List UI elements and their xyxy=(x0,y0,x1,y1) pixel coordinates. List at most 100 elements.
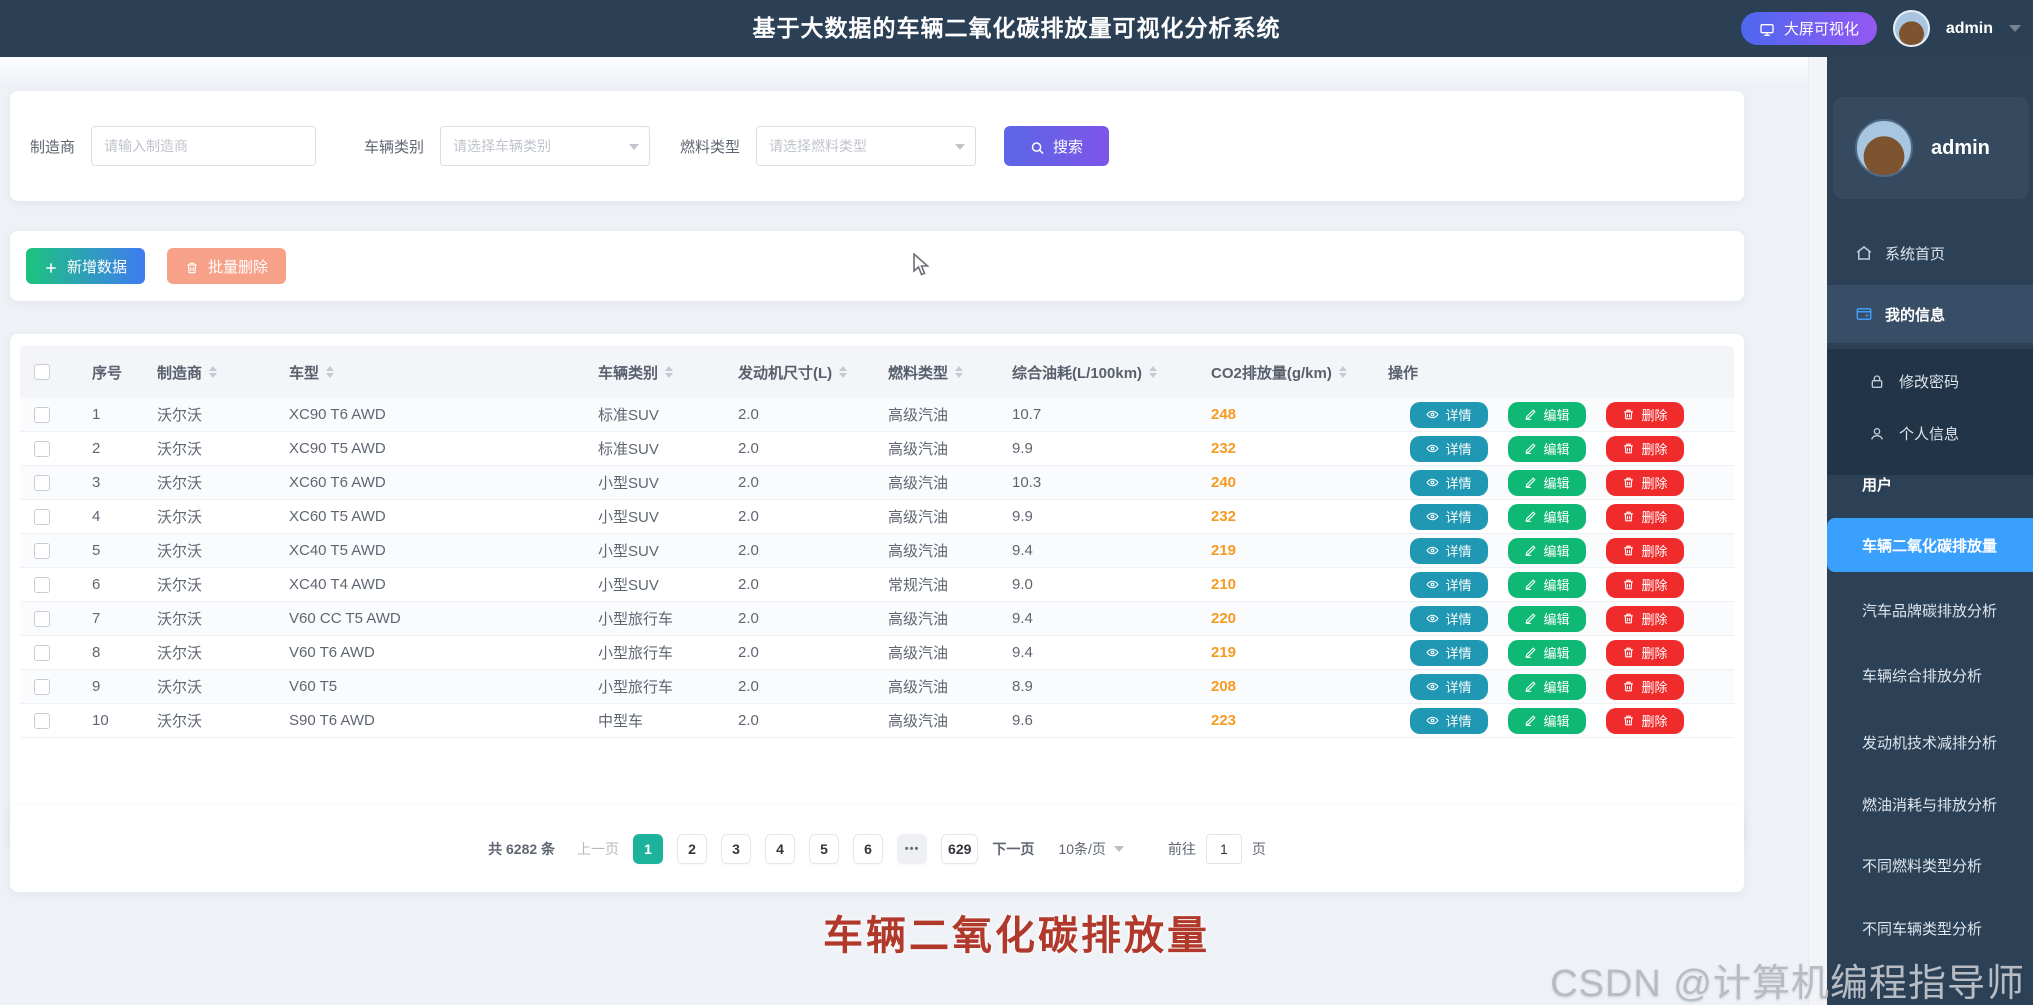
page-button[interactable]: 4 xyxy=(765,834,795,864)
table-header-cell[interactable]: 综合油耗(L/100km) xyxy=(1000,346,1199,398)
edit-button[interactable]: 编辑 xyxy=(1508,640,1586,666)
main-content: 制造商 车辆类别 请选择车辆类别 燃料类型 请选择燃料类型 搜索 xyxy=(0,57,1808,1005)
detail-button[interactable]: 详情 xyxy=(1410,402,1488,428)
prev-page-button[interactable]: 上一页 xyxy=(577,839,619,859)
detail-button[interactable]: 详情 xyxy=(1410,470,1488,496)
delete-button[interactable]: 删除 xyxy=(1606,436,1684,462)
cell-engine-size: 2.0 xyxy=(726,534,876,567)
delete-button[interactable]: 删除 xyxy=(1606,640,1684,666)
sort-icons[interactable] xyxy=(665,366,673,378)
edit-button[interactable]: 编辑 xyxy=(1508,504,1586,530)
delete-button[interactable]: 删除 xyxy=(1606,504,1684,530)
page-size-select[interactable]: 10条/页 xyxy=(1058,839,1123,859)
edit-button[interactable]: 编辑 xyxy=(1508,674,1586,700)
cell-category: 小型SUV xyxy=(586,500,726,533)
sort-icons[interactable] xyxy=(1149,366,1157,378)
row-checkbox[interactable] xyxy=(34,543,50,559)
sidebar-item-engine-tech-analysis[interactable]: 发动机技术减排分析 xyxy=(1827,720,2033,764)
detail-button[interactable]: 详情 xyxy=(1410,572,1488,598)
cell-model: S90 T6 AWD xyxy=(277,704,586,737)
table-header-cell[interactable]: 序号 xyxy=(80,346,145,398)
sidebar-item-change-password[interactable]: 修改密码 xyxy=(1827,355,2033,407)
big-screen-button[interactable]: 大屏可视化 xyxy=(1741,12,1877,45)
table-header-cell[interactable]: 制造商 xyxy=(145,346,277,398)
detail-button[interactable]: 详情 xyxy=(1410,436,1488,462)
row-checkbox[interactable] xyxy=(34,475,50,491)
row-checkbox[interactable] xyxy=(34,713,50,729)
avatar[interactable] xyxy=(1893,10,1930,47)
select-all-checkbox[interactable] xyxy=(34,364,50,380)
next-page-button[interactable]: 下一页 xyxy=(992,839,1034,859)
edit-button[interactable]: 编辑 xyxy=(1508,436,1586,462)
row-checkbox[interactable] xyxy=(34,577,50,593)
table-header-cell[interactable]: 发动机尺寸(L) xyxy=(726,346,876,398)
row-checkbox[interactable] xyxy=(34,441,50,457)
sidebar-item-vehicle-co2-emissions[interactable]: 车辆二氧化碳排放量 xyxy=(1827,518,2033,572)
sidebar-item-fuel-consumption-analysis[interactable]: 燃油消耗与排放分析 xyxy=(1827,782,2033,826)
detail-button[interactable]: 详情 xyxy=(1410,708,1488,734)
page-button[interactable]: 3 xyxy=(721,834,751,864)
username-label[interactable]: admin xyxy=(1946,20,1993,38)
table-header-cell[interactable]: 燃料类型 xyxy=(876,346,1000,398)
sidebar-item-personal-info[interactable]: 个人信息 xyxy=(1827,407,2033,459)
edit-button[interactable]: 编辑 xyxy=(1508,470,1586,496)
edit-button[interactable]: 编辑 xyxy=(1508,572,1586,598)
row-checkbox[interactable] xyxy=(34,611,50,627)
delete-button[interactable]: 删除 xyxy=(1606,402,1684,428)
table-header-cell[interactable]: 车型 xyxy=(277,346,586,398)
fuel-select[interactable]: 请选择燃料类型 xyxy=(756,126,976,166)
trash-icon xyxy=(1622,578,1635,591)
table-header-cell[interactable]: CO2排放量(g/km) xyxy=(1199,346,1376,398)
detail-button[interactable]: 详情 xyxy=(1410,504,1488,530)
pencil-icon xyxy=(1524,544,1537,557)
row-checkbox[interactable] xyxy=(34,407,50,423)
sort-icons[interactable] xyxy=(955,366,963,378)
scrollbar[interactable] xyxy=(1808,57,1827,1005)
sort-icons[interactable] xyxy=(839,366,847,378)
cell-manufacturer: 沃尔沃 xyxy=(145,500,277,533)
row-checkbox[interactable] xyxy=(34,509,50,525)
cell-no: 10 xyxy=(80,704,145,737)
detail-button[interactable]: 详情 xyxy=(1410,640,1488,666)
delete-button[interactable]: 删除 xyxy=(1606,538,1684,564)
page-button[interactable]: 2 xyxy=(677,834,707,864)
delete-button[interactable]: 删除 xyxy=(1606,674,1684,700)
add-data-button[interactable]: 新增数据 xyxy=(26,248,145,284)
sort-icons[interactable] xyxy=(1339,366,1347,378)
sidebar-item-fuel-type-analysis[interactable]: 不同燃料类型分析 xyxy=(1827,843,2033,887)
cell-no: 9 xyxy=(80,670,145,703)
more-pages-button[interactable]: ••• xyxy=(897,834,927,864)
category-select[interactable]: 请选择车辆类别 xyxy=(440,126,650,166)
delete-button[interactable]: 删除 xyxy=(1606,606,1684,632)
sort-icons[interactable] xyxy=(209,366,217,378)
sort-icons[interactable] xyxy=(326,366,334,378)
sidebar-item-home[interactable]: 系统首页 xyxy=(1827,225,2033,281)
edit-button[interactable]: 编辑 xyxy=(1508,708,1586,734)
page-button[interactable]: 6 xyxy=(853,834,883,864)
delete-button[interactable]: 删除 xyxy=(1606,708,1684,734)
batch-delete-button[interactable]: 批量删除 xyxy=(167,248,286,284)
sidebar-item-brand-carbon-analysis[interactable]: 汽车品牌碳排放分析 xyxy=(1827,588,2033,632)
row-checkbox[interactable] xyxy=(34,645,50,661)
sidebar-item-comprehensive-emission-analysis[interactable]: 车辆综合排放分析 xyxy=(1827,653,2033,697)
table-header-cell[interactable]: 车辆类别 xyxy=(586,346,726,398)
goto-page-input[interactable] xyxy=(1206,834,1242,864)
detail-button[interactable]: 详情 xyxy=(1410,606,1488,632)
row-checkbox[interactable] xyxy=(34,679,50,695)
manufacturer-input[interactable] xyxy=(91,126,316,166)
search-button[interactable]: 搜索 xyxy=(1004,126,1109,166)
page-button[interactable]: 1 xyxy=(633,834,663,864)
page-button[interactable]: 5 xyxy=(809,834,839,864)
delete-button[interactable]: 删除 xyxy=(1606,572,1684,598)
detail-button[interactable]: 详情 xyxy=(1410,674,1488,700)
trash-icon xyxy=(1622,510,1635,523)
sidebar-item-my-info[interactable]: 我的信息 xyxy=(1827,285,2033,343)
last-page-button[interactable]: 629 xyxy=(941,834,978,864)
edit-button[interactable]: 编辑 xyxy=(1508,402,1586,428)
detail-button[interactable]: 详情 xyxy=(1410,538,1488,564)
edit-button[interactable]: 编辑 xyxy=(1508,606,1586,632)
table-header-cell[interactable]: 操作 xyxy=(1376,346,1734,398)
delete-button[interactable]: 删除 xyxy=(1606,470,1684,496)
edit-button[interactable]: 编辑 xyxy=(1508,538,1586,564)
chevron-down-icon[interactable] xyxy=(2009,25,2021,32)
